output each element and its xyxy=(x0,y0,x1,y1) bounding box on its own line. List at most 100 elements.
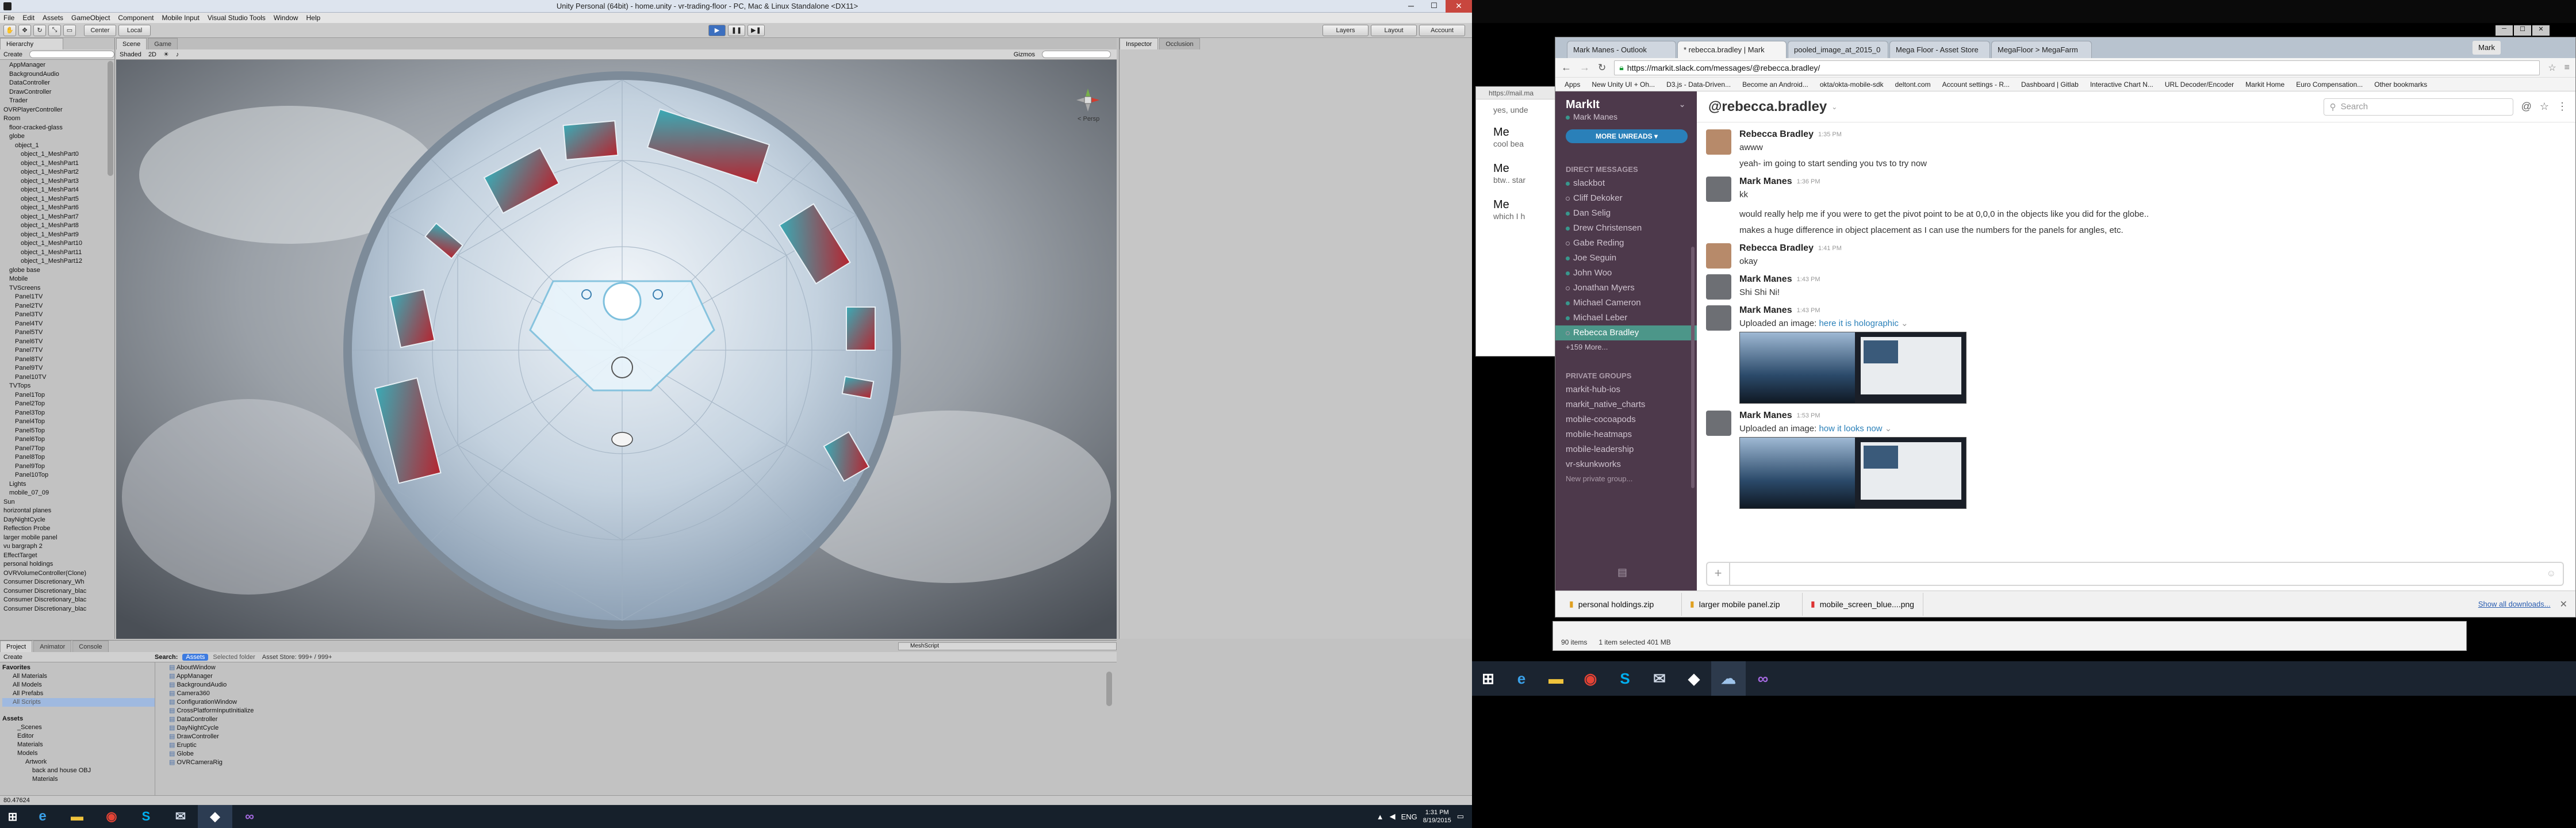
message-author[interactable]: Mark Manes xyxy=(1739,411,1792,421)
message-author[interactable]: Rebecca Bradley xyxy=(1739,129,1814,140)
hierarchy-item[interactable]: Consumer Discretionary_blac xyxy=(0,596,114,605)
hierarchy-item[interactable]: globe base xyxy=(0,266,114,275)
hierarchy-item[interactable]: Panel5TV xyxy=(0,328,114,338)
hierarchy-item[interactable]: EffectTarget xyxy=(0,551,114,561)
hierarchy-item[interactable]: DataController xyxy=(0,79,114,88)
hierarchy-item[interactable]: Panel8TV xyxy=(0,355,114,365)
groups-header[interactable]: PRIVATE GROUPS xyxy=(1555,371,1697,380)
back-icon[interactable]: ← xyxy=(1561,62,1571,74)
pivot-local-button[interactable]: Local xyxy=(118,24,151,36)
windows-start-icon[interactable]: ⊞ xyxy=(1472,661,1504,696)
starred-icon[interactable]: ☆ xyxy=(2540,101,2549,113)
address-bar[interactable]: 🔒︎ https://markit.slack.com/messages/@re… xyxy=(1614,60,2540,75)
dm-item[interactable]: Michael Cameron xyxy=(1555,296,1697,310)
project-file-item[interactable]: ▤ OVRCameraRig xyxy=(169,758,1106,767)
hierarchy-item[interactable]: object_1_MeshPart1 xyxy=(0,159,114,168)
hierarchy-item[interactable]: Room xyxy=(0,114,114,124)
tray-network-icon[interactable]: ▲ xyxy=(1377,812,1384,821)
hierarchy-item[interactable]: Panel4Top xyxy=(0,417,114,427)
scope-selected-folder-tab[interactable]: Selected folder xyxy=(213,654,255,661)
team-menu-chevron-icon[interactable]: ⌄ xyxy=(1679,100,1685,109)
hierarchy-item[interactable]: TVScreens xyxy=(0,284,114,293)
more-menu-icon[interactable]: ⋮ xyxy=(2557,101,2567,113)
uploaded-image-thumbnail[interactable] xyxy=(1739,437,1966,509)
tab-scene[interactable]: Scene xyxy=(116,38,147,49)
message-author[interactable]: Mark Manes xyxy=(1739,274,1792,285)
hierarchy-item[interactable]: Panel3TV xyxy=(0,310,114,320)
hierarchy-item[interactable]: Panel6TV xyxy=(0,338,114,347)
reload-icon[interactable]: ↻ xyxy=(1598,62,1606,74)
edge-icon[interactable]: e xyxy=(1504,661,1539,696)
menu-help[interactable]: Help xyxy=(306,14,320,22)
edge-icon[interactable]: e xyxy=(25,805,60,828)
dm-item[interactable]: slackbot xyxy=(1555,176,1697,191)
account-dropdown[interactable]: Account xyxy=(1419,24,1465,36)
bg-close-button[interactable]: ✕ xyxy=(2532,25,2550,36)
hierarchy-item[interactable]: DrawController xyxy=(0,88,114,97)
gizmos-dropdown[interactable]: Gizmos xyxy=(1014,51,1035,58)
outlook-icon[interactable]: ✉ xyxy=(1642,661,1677,696)
bookmark-item[interactable]: New Unity UI + Oh... xyxy=(1592,80,1655,89)
hierarchy-item[interactable]: Panel1Top xyxy=(0,391,114,400)
message-time[interactable]: 1:43 PM xyxy=(1797,276,1820,283)
hierarchy-item[interactable]: Panel6Top xyxy=(0,435,114,444)
message-time[interactable]: 1:36 PM xyxy=(1797,178,1820,185)
tray-language[interactable]: ENG xyxy=(1401,812,1417,821)
hierarchy-item[interactable]: Panel10TV xyxy=(0,373,114,382)
assets-root[interactable]: Assets xyxy=(2,715,155,723)
download-item[interactable]: ▮ mobile_screen_blue....png xyxy=(1803,592,1923,616)
tab-animator[interactable]: Animator xyxy=(33,641,72,652)
folder-artwork[interactable]: Artwork xyxy=(2,758,155,766)
light-gizmo[interactable] xyxy=(611,432,633,447)
dm-item[interactable]: Michael Leber xyxy=(1555,310,1697,325)
chrome-profile-button[interactable]: Mark xyxy=(2472,41,2501,55)
project-file-item[interactable]: ▤ AboutWindow xyxy=(169,664,1106,672)
hierarchy-item[interactable]: BackgroundAudio xyxy=(0,70,114,79)
hierarchy-item[interactable]: Consumer Discretionary_blac xyxy=(0,587,114,596)
tab-project[interactable]: Project xyxy=(0,641,33,652)
project-file-item[interactable]: ▤ Eruptic xyxy=(169,741,1106,750)
download-item[interactable]: ▮ personal holdings.zip xyxy=(1561,592,1682,616)
message-composer[interactable]: + ☺ xyxy=(1706,562,2564,586)
downloads-close-icon[interactable]: ✕ xyxy=(2560,599,2567,610)
skype-icon[interactable]: S xyxy=(1608,661,1642,696)
explorer-icon[interactable]: ▬ xyxy=(1539,661,1573,696)
bookmark-item[interactable]: okta/okta-mobile-sdk xyxy=(1820,80,1884,89)
show-all-downloads-link[interactable]: Show all downloads... xyxy=(2478,600,2551,608)
project-file-item[interactable]: ▤ DayNightCycle xyxy=(169,724,1106,733)
hierarchy-item[interactable]: object_1_MeshPart4 xyxy=(0,186,114,195)
dm-header[interactable]: DIRECT MESSAGES xyxy=(1555,165,1697,174)
sidebar-scrollbar[interactable] xyxy=(1691,247,1695,488)
group-item[interactable]: mobile-leadership xyxy=(1555,442,1697,457)
hierarchy-item[interactable]: Sun xyxy=(0,498,114,507)
quick-switcher-icon[interactable]: ▤ xyxy=(1617,566,1627,578)
hierarchy-item[interactable]: Trader xyxy=(0,97,114,106)
message-time[interactable]: 1:35 PM xyxy=(1818,131,1842,138)
more-dms-link[interactable]: +159 More... xyxy=(1555,340,1697,354)
menu-edit[interactable]: Edit xyxy=(22,14,34,22)
dm-item[interactable]: John Woo xyxy=(1555,266,1697,281)
fav-all-prefabs[interactable]: All Prefabs xyxy=(2,689,155,698)
hierarchy-item[interactable]: Panel9TV xyxy=(0,364,114,373)
upload-link[interactable]: how it looks now xyxy=(1819,424,1882,434)
tab-hierarchy[interactable]: Hierarchy xyxy=(0,38,63,49)
chrome-icon[interactable]: ◉ xyxy=(94,805,129,828)
hierarchy-item[interactable]: OVRVolumeController(Clone) xyxy=(0,569,114,578)
hierarchy-item[interactable]: Panel8Top xyxy=(0,453,114,462)
tray-volume-icon[interactable]: ◀ xyxy=(1390,812,1396,821)
cloud-icon[interactable]: ☁ xyxy=(1711,661,1746,696)
hierarchy-item[interactable]: object_1_MeshPart5 xyxy=(0,195,114,204)
layers-dropdown[interactable]: Layers xyxy=(1322,24,1368,36)
hierarchy-item[interactable]: Panel7Top xyxy=(0,444,114,454)
bookmark-item[interactable]: D3.js - Data-Driven... xyxy=(1666,80,1731,89)
hierarchy-item[interactable]: OVRPlayerController xyxy=(0,106,114,115)
hierarchy-item[interactable]: globe xyxy=(0,132,114,141)
bookmark-item[interactable]: Euro Compensation... xyxy=(2296,80,2363,89)
hierarchy-item[interactable]: object_1_MeshPart12 xyxy=(0,257,114,266)
new-group-link[interactable]: New private group... xyxy=(1555,472,1697,486)
hierarchy-item[interactable]: Panel1TV xyxy=(0,293,114,302)
folder-scenes[interactable]: _Scenes xyxy=(2,723,155,732)
menu-gameobject[interactable]: GameObject xyxy=(71,14,110,22)
bookmark-item[interactable]: Interactive Chart N... xyxy=(2090,80,2153,89)
hierarchy-item[interactable]: personal holdings xyxy=(0,560,114,569)
